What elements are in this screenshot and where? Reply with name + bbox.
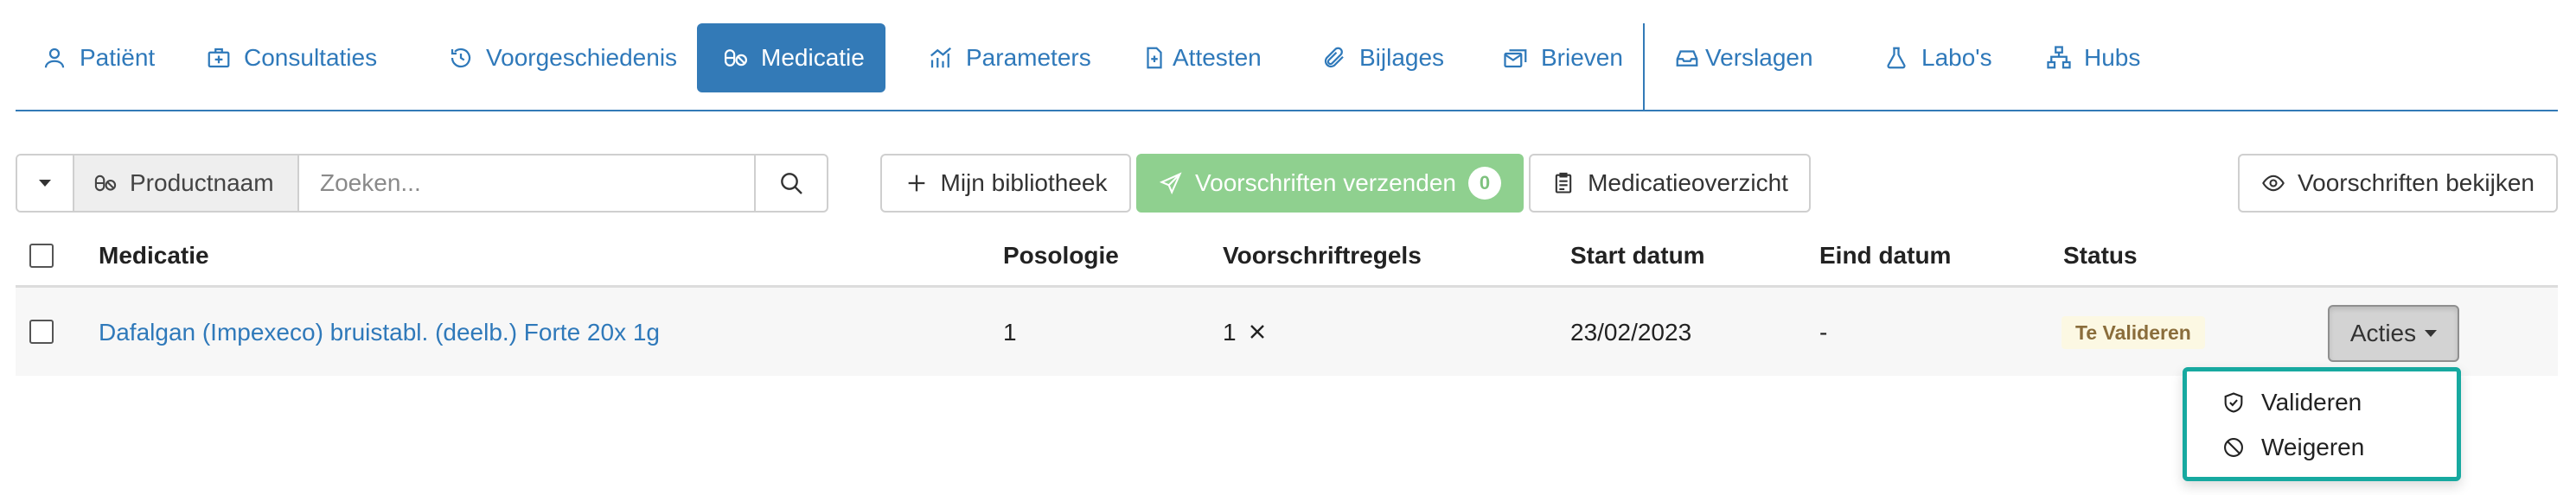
status-badge: Te Valideren bbox=[2061, 316, 2205, 349]
tab-label: Bijlages bbox=[1359, 44, 1445, 71]
column-header-voorschriftregels[interactable]: Voorschriftregels bbox=[1223, 242, 1422, 270]
menu-item-weigeren[interactable]: Weigeren bbox=[2187, 425, 2457, 470]
medication-search-group: Productnaam bbox=[16, 154, 828, 213]
pills-icon bbox=[725, 49, 747, 67]
tab-label: Voorgeschiedenis bbox=[486, 44, 678, 71]
tab-parameters[interactable]: Parameters bbox=[902, 23, 1117, 92]
tab-patient[interactable]: Patiënt bbox=[16, 23, 181, 92]
my-library-label: Mijn bibliotheek bbox=[940, 169, 1108, 196]
column-header-eind-datum[interactable]: Eind datum bbox=[1819, 242, 1951, 270]
column-header-posologie[interactable]: Posologie bbox=[1003, 242, 1119, 270]
menu-item-valideren[interactable]: Valideren bbox=[2187, 380, 2457, 425]
mail-stack-icon bbox=[1504, 49, 1527, 68]
send-count-badge: 0 bbox=[1467, 167, 1501, 200]
menu-item-label: Valideren bbox=[2261, 389, 2362, 416]
column-header-start-datum[interactable]: Start datum bbox=[1570, 242, 1705, 270]
search-input[interactable] bbox=[299, 155, 754, 211]
clipboard-icon bbox=[1555, 172, 1572, 194]
actions-dropdown-menu: Valideren Weigeren bbox=[2183, 367, 2461, 481]
times-icon bbox=[1250, 325, 1264, 339]
pills-icon bbox=[94, 175, 117, 192]
column-header-medicatie[interactable]: Medicatie bbox=[99, 242, 209, 270]
medication-name-link[interactable]: Dafalgan (Impexeco) bruistabl. (deelb.) … bbox=[99, 319, 660, 346]
actions-button[interactable]: Acties bbox=[2328, 305, 2459, 362]
file-medical-icon bbox=[1147, 47, 1162, 69]
menu-item-label: Weigeren bbox=[2261, 434, 2365, 460]
view-prescriptions-button[interactable]: Voorschriften bekijken bbox=[2238, 154, 2558, 213]
search-icon bbox=[781, 173, 802, 194]
medication-overview-button[interactable]: Medicatieoverzicht bbox=[1529, 154, 1811, 213]
end-date-value: - bbox=[1819, 319, 1828, 346]
tab-brieven[interactable]: Brieven bbox=[1477, 23, 1649, 92]
sitemap-icon bbox=[2047, 46, 2071, 69]
send-prescriptions-button[interactable]: Voorschriften verzenden 0 bbox=[1136, 154, 1524, 213]
flask-icon bbox=[1887, 47, 1906, 69]
ban-icon bbox=[2224, 438, 2243, 457]
plus-icon bbox=[908, 175, 924, 192]
search-button[interactable] bbox=[754, 155, 827, 211]
tab-attesten[interactable]: Attesten bbox=[1115, 23, 1288, 92]
tab-label: Verslagen bbox=[1705, 44, 1813, 71]
user-icon bbox=[44, 48, 65, 68]
tab-label: Patiënt bbox=[80, 44, 156, 71]
send-prescriptions-label: Voorschriften verzenden bbox=[1195, 169, 1456, 196]
product-name-selector[interactable]: Productnaam bbox=[74, 155, 299, 211]
row-select-checkbox[interactable] bbox=[29, 320, 54, 344]
tab-bijlages[interactable]: Bijlages bbox=[1295, 23, 1470, 92]
tab-medicatie[interactable]: Medicatie bbox=[697, 23, 885, 92]
tab-labos[interactable]: Labo's bbox=[1857, 23, 2018, 92]
inbox-icon bbox=[1676, 50, 1698, 67]
tab-label: Parameters bbox=[966, 44, 1091, 71]
paper-plane-icon bbox=[1159, 172, 1182, 195]
medical-bag-icon bbox=[208, 48, 230, 68]
select-all-checkbox[interactable] bbox=[29, 244, 54, 268]
view-prescriptions-label: Voorschriften bekijken bbox=[2298, 169, 2534, 196]
actions-label: Acties bbox=[2349, 320, 2417, 346]
product-name-label: Productnaam bbox=[130, 169, 274, 196]
eye-icon bbox=[2262, 175, 2285, 192]
tab-label: Medicatie bbox=[761, 44, 865, 71]
history-icon bbox=[451, 48, 471, 68]
paperclip-icon bbox=[1324, 47, 1344, 68]
my-library-button[interactable]: Mijn bibliotheek bbox=[880, 154, 1131, 213]
tab-verslagen[interactable]: Verslagen bbox=[1648, 23, 1839, 92]
tab-divider bbox=[1643, 23, 1645, 111]
tab-hubs[interactable]: Hubs bbox=[2020, 23, 2166, 92]
column-header-status[interactable]: Status bbox=[2063, 242, 2138, 270]
tab-label: Attesten bbox=[1173, 44, 1262, 71]
tab-consultaties[interactable]: Consultaties bbox=[180, 23, 403, 92]
start-date-value: 23/02/2023 bbox=[1570, 319, 1692, 346]
shield-check-icon bbox=[2224, 392, 2243, 413]
posology-value: 1 bbox=[1003, 319, 1017, 346]
chart-icon bbox=[930, 47, 951, 68]
tab-label: Labo's bbox=[1921, 44, 1992, 71]
tab-bar: Patiënt Consultaties Voorgeschiedenis Me… bbox=[16, 23, 2558, 111]
prescription-lines-value: 1 bbox=[1223, 319, 1237, 346]
caret-down-icon bbox=[39, 180, 51, 187]
tab-label: Hubs bbox=[2084, 44, 2141, 71]
tab-voorgeschiedenis[interactable]: Voorgeschiedenis bbox=[422, 23, 703, 92]
medication-overview-label: Medicatieoverzicht bbox=[1588, 169, 1788, 196]
caret-down-icon bbox=[2425, 330, 2438, 337]
tab-label: Consultaties bbox=[244, 44, 378, 71]
tab-label: Brieven bbox=[1541, 44, 1623, 71]
search-mode-dropdown[interactable] bbox=[17, 155, 74, 211]
